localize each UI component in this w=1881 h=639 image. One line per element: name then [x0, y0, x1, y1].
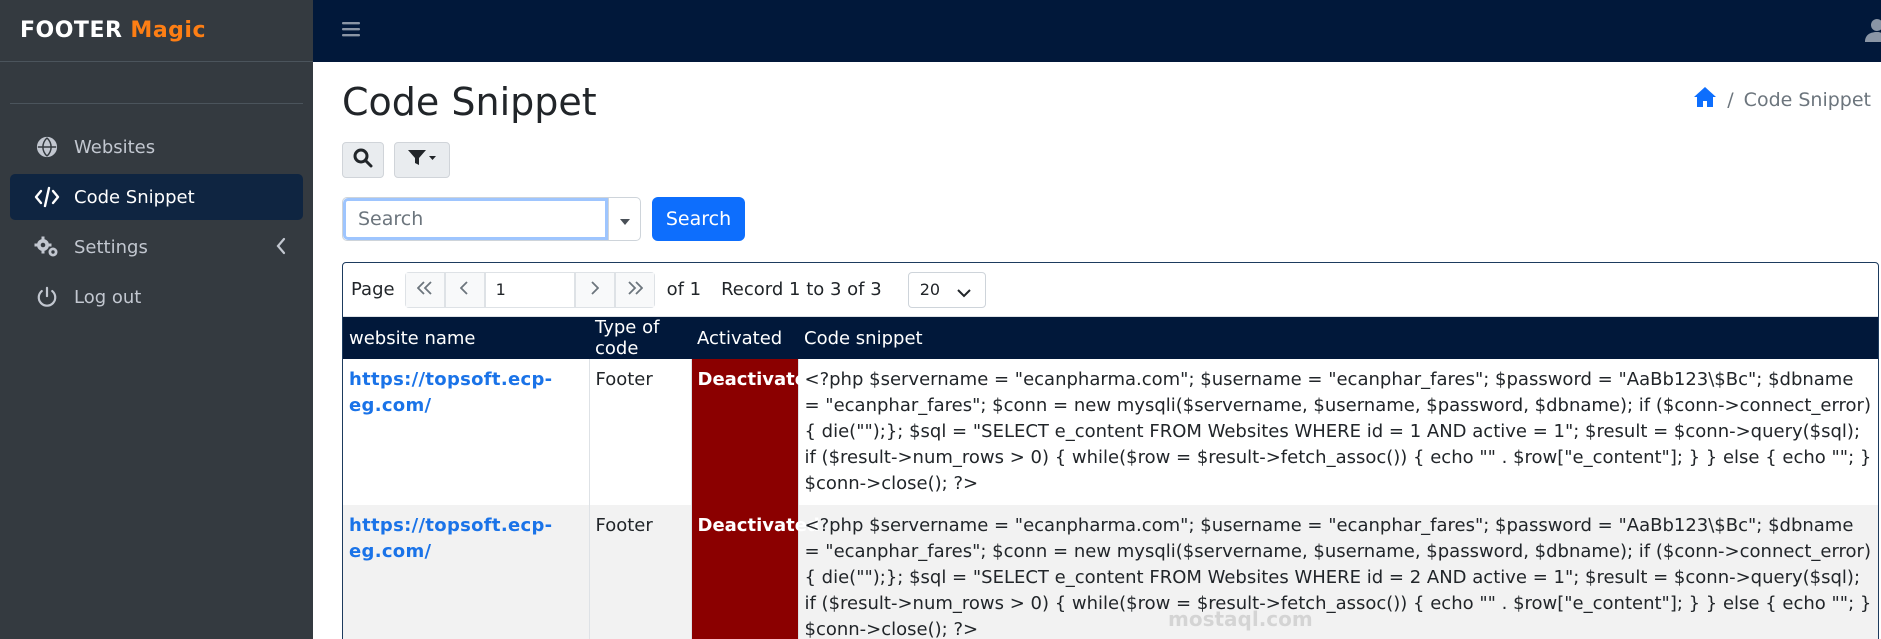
status-badge: Deactivated	[691, 359, 820, 505]
sidebar-divider	[10, 103, 303, 104]
watermark: mostaql.com	[1168, 607, 1313, 631]
column-header-website[interactable]: website name	[343, 317, 589, 359]
table-header-row: website name Type of code Activated Code…	[343, 317, 1878, 359]
code-icon	[34, 184, 60, 210]
table-row[interactable]: https://topsoft.ecp-eg.com/ Footer Deact…	[343, 359, 1878, 505]
sidebar-item-label: Websites	[74, 136, 156, 158]
search-button[interactable]: Search	[652, 197, 745, 241]
sidebar: FOOTER Magic Websites Code Snippet Setti…	[0, 0, 313, 639]
search-options-dropdown[interactable]	[608, 198, 640, 240]
website-link[interactable]: https://topsoft.ecp-eg.com/	[343, 359, 590, 505]
toggle-search-button[interactable]	[342, 142, 384, 178]
page-title: Code Snippet	[342, 80, 597, 124]
search-icon	[353, 148, 373, 172]
chevron-left-icon	[459, 279, 469, 300]
search-group	[342, 197, 641, 241]
chevron-down-icon	[956, 283, 971, 302]
brand-logo[interactable]: FOOTER Magic	[0, 0, 313, 62]
prev-page-button[interactable]	[444, 271, 485, 308]
sidebar-item-settings[interactable]: Settings	[10, 224, 303, 270]
globe-icon	[34, 134, 60, 160]
sidebar-item-code-snippet[interactable]: Code Snippet	[10, 174, 303, 220]
top-navbar	[313, 0, 1881, 62]
chevron-right-icon	[590, 279, 600, 300]
column-header-code[interactable]: Code snippet	[798, 317, 1878, 359]
page-number-input[interactable]	[484, 271, 575, 308]
filter-dropdown-button[interactable]	[394, 142, 450, 178]
sidebar-item-label: Code Snippet	[74, 186, 195, 208]
chevrons-left-icon	[416, 279, 433, 300]
page-size-value: 20	[919, 280, 941, 299]
first-page-button[interactable]	[404, 271, 445, 308]
code-snippet-cell: <?php $servername = "ecanpharma.com"; $u…	[798, 359, 1878, 505]
brand-part2: Magic	[130, 18, 206, 43]
home-icon[interactable]	[1693, 86, 1717, 113]
pager-record-info: Record 1 to 3 of 3	[721, 279, 882, 300]
next-page-button[interactable]	[574, 271, 615, 308]
breadcrumb: / Code Snippet	[1693, 86, 1871, 113]
breadcrumb-separator: /	[1727, 88, 1734, 111]
gears-icon	[34, 234, 60, 260]
sidebar-item-label: Log out	[74, 286, 142, 308]
breadcrumb-current: Code Snippet	[1743, 88, 1871, 111]
caret-down-icon	[619, 210, 630, 229]
last-page-button[interactable]	[614, 271, 655, 308]
code-type-cell: Footer	[589, 505, 692, 639]
website-link[interactable]: https://topsoft.ecp-eg.com/	[343, 505, 590, 639]
pager-page-label: Page	[351, 279, 395, 300]
search-input[interactable]	[343, 198, 608, 240]
data-grid: Page of 1 Record 1 to 3 of 3 20	[342, 262, 1879, 639]
status-badge: Deactivated	[691, 505, 820, 639]
pager: Page of 1 Record 1 to 3 of 3 20	[343, 263, 1878, 317]
power-icon	[34, 284, 60, 310]
code-snippet-cell: <?php $servername = "ecanpharma.com"; $u…	[798, 505, 1878, 639]
snippet-table: website name Type of code Activated Code…	[343, 317, 1878, 639]
sidebar-nav: Websites Code Snippet Settings Log out	[10, 124, 303, 324]
table-row[interactable]: https://topsoft.ecp-eg.com/ Footer Deact…	[343, 505, 1878, 639]
sidebar-item-label: Settings	[74, 236, 148, 258]
page-size-select[interactable]: 20	[907, 271, 986, 308]
column-header-activated[interactable]: Activated	[691, 317, 798, 359]
brand-part1: FOOTER	[20, 18, 123, 43]
pager-buttons	[404, 271, 655, 308]
sidebar-item-websites[interactable]: Websites	[10, 124, 303, 170]
filter-icon	[407, 149, 437, 171]
user-icon[interactable]	[1865, 18, 1881, 46]
hamburger-menu-icon[interactable]	[342, 20, 360, 42]
chevrons-right-icon	[627, 279, 643, 300]
column-header-type[interactable]: Type of code	[589, 317, 691, 359]
main-content: Code Snippet / Code Snippet Search Page	[313, 62, 1881, 639]
chevron-left-icon	[275, 236, 287, 261]
code-type-cell: Footer	[589, 359, 692, 505]
pager-page-count: of 1	[666, 279, 702, 300]
sidebar-item-logout[interactable]: Log out	[10, 274, 303, 320]
